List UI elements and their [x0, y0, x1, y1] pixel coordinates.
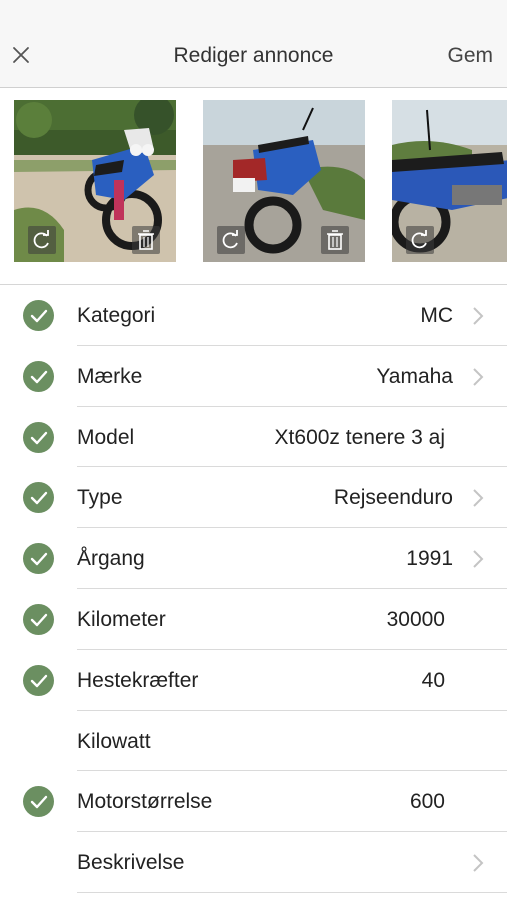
checkmark-icon [23, 482, 54, 514]
checkmark-icon [23, 664, 54, 696]
checkmark-icon [23, 603, 54, 635]
field-row-kilowatt[interactable]: Kilowatt [0, 711, 507, 772]
field-label: Kategori [77, 304, 156, 327]
field-row-type[interactable]: Type Rejseenduro [0, 467, 507, 529]
rotate-icon[interactable] [28, 226, 56, 254]
chevron-right-icon [471, 852, 485, 874]
rotate-icon[interactable] [406, 226, 434, 254]
photo-strip[interactable] [0, 88, 507, 284]
chevron-right-icon [471, 548, 485, 570]
field-value: 1991 [406, 547, 453, 571]
field-value: MC [420, 304, 453, 327]
field-label: Model [77, 425, 135, 449]
engine-size-input[interactable]: 600 [410, 790, 445, 814]
chevron-right-icon [471, 305, 485, 327]
field-label: Beskrivelse [77, 851, 185, 875]
save-button[interactable]: Gem [447, 44, 493, 68]
field-row-kategori[interactable]: Kategori MC [0, 285, 507, 346]
field-label: Type [77, 486, 123, 510]
field-label: Årgang [77, 547, 145, 571]
field-row-beskrivelse[interactable]: Beskrivelse [0, 832, 507, 893]
field-row-model[interactable]: Model Xt600z tenere 3 aj [0, 407, 507, 468]
field-label: Hestekræfter [77, 668, 199, 692]
trash-icon[interactable] [321, 226, 349, 254]
field-row-maerke[interactable]: Mærke Yamaha [0, 346, 507, 407]
photo-3[interactable] [392, 100, 507, 262]
field-value: Rejseenduro [333, 486, 453, 510]
ad-fields-list: Kategori MC Mærke Yamaha Model Xt600z te… [0, 285, 507, 893]
kilometer-input[interactable]: 30000 [387, 608, 445, 632]
row-separator [77, 891, 507, 893]
chevron-right-icon [471, 487, 485, 509]
model-input[interactable]: Xt600z tenere 3 aj [275, 426, 445, 450]
photo-1[interactable] [14, 100, 176, 262]
checkmark-icon [23, 421, 54, 453]
page-title: Rediger annonce [173, 44, 334, 67]
checkmark-icon [23, 543, 54, 575]
field-label: Kilowatt [77, 729, 151, 753]
field-label: Motorstørrelse [77, 790, 213, 814]
field-row-hestekraefter[interactable]: Hestekræfter 40 [0, 650, 507, 711]
horsepower-input[interactable]: 40 [422, 669, 445, 693]
photo-2[interactable] [203, 100, 365, 262]
field-row-motorstoerrelse[interactable]: Motorstørrelse 600 [0, 771, 507, 833]
checkmark-icon [23, 360, 54, 392]
field-row-aargang[interactable]: Årgang 1991 [0, 528, 507, 589]
checkmark-icon [23, 300, 54, 331]
field-label: Mærke [77, 364, 143, 388]
checkmark-icon [23, 786, 54, 818]
field-row-kilometer[interactable]: Kilometer 30000 [0, 589, 507, 650]
field-value: Yamaha [376, 364, 453, 388]
field-label: Kilometer [77, 607, 166, 631]
chevron-right-icon [471, 366, 485, 388]
rotate-icon[interactable] [217, 226, 245, 254]
navigation-bar: Rediger annonce Gem [0, 0, 507, 88]
trash-icon[interactable] [132, 226, 160, 254]
